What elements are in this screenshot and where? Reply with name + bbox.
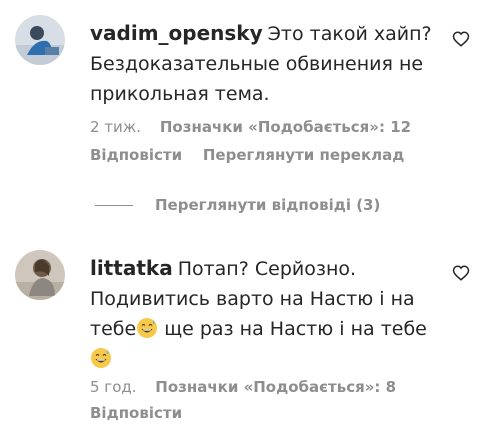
comment-likes-count[interactable]: Позначки «Подобається»: 12: [160, 118, 411, 136]
like-heart-icon[interactable]: [452, 30, 470, 48]
comment-text-block: littatka Потап? Серйозно. Подивитись варт…: [90, 253, 435, 374]
reply-button[interactable]: Відповісти: [90, 146, 182, 164]
comment-text-block: vadim_opensky Это такой хайп? Бездоказате…: [90, 18, 435, 109]
comment-actions-row: Відповісти Переглянути переклад: [90, 146, 404, 164]
comment-time: 5 год.: [90, 378, 137, 396]
view-replies-button[interactable]: Переглянути відповіді (3): [95, 196, 380, 214]
comment-text-continued: ще раз на Настю і на тебе: [158, 318, 427, 340]
view-replies-label: Переглянути відповіді (3): [155, 196, 381, 214]
avatar[interactable]: [15, 15, 65, 65]
grinning-sweat-emoji-icon: [136, 317, 158, 339]
like-heart-icon[interactable]: [452, 264, 470, 282]
comment-actions-row: Відповісти: [90, 404, 182, 422]
comment-time: 2 тиж.: [90, 118, 142, 136]
avatar[interactable]: [15, 250, 65, 300]
grinning-sweat-emoji-icon: [90, 347, 112, 369]
comment-likes-count[interactable]: Позначки «Подобається»: 8: [155, 378, 396, 396]
comment-username[interactable]: littatka: [90, 256, 173, 280]
comment-username[interactable]: vadim_opensky: [90, 21, 263, 45]
comment-meta-row: 5 год. Позначки «Подобається»: 8: [90, 378, 396, 396]
comment-meta-row: 2 тиж. Позначки «Подобається»: 12: [90, 118, 411, 136]
translate-button[interactable]: Переглянути переклад: [203, 146, 405, 164]
reply-button[interactable]: Відповісти: [90, 404, 182, 422]
replies-divider-line: [95, 205, 133, 206]
